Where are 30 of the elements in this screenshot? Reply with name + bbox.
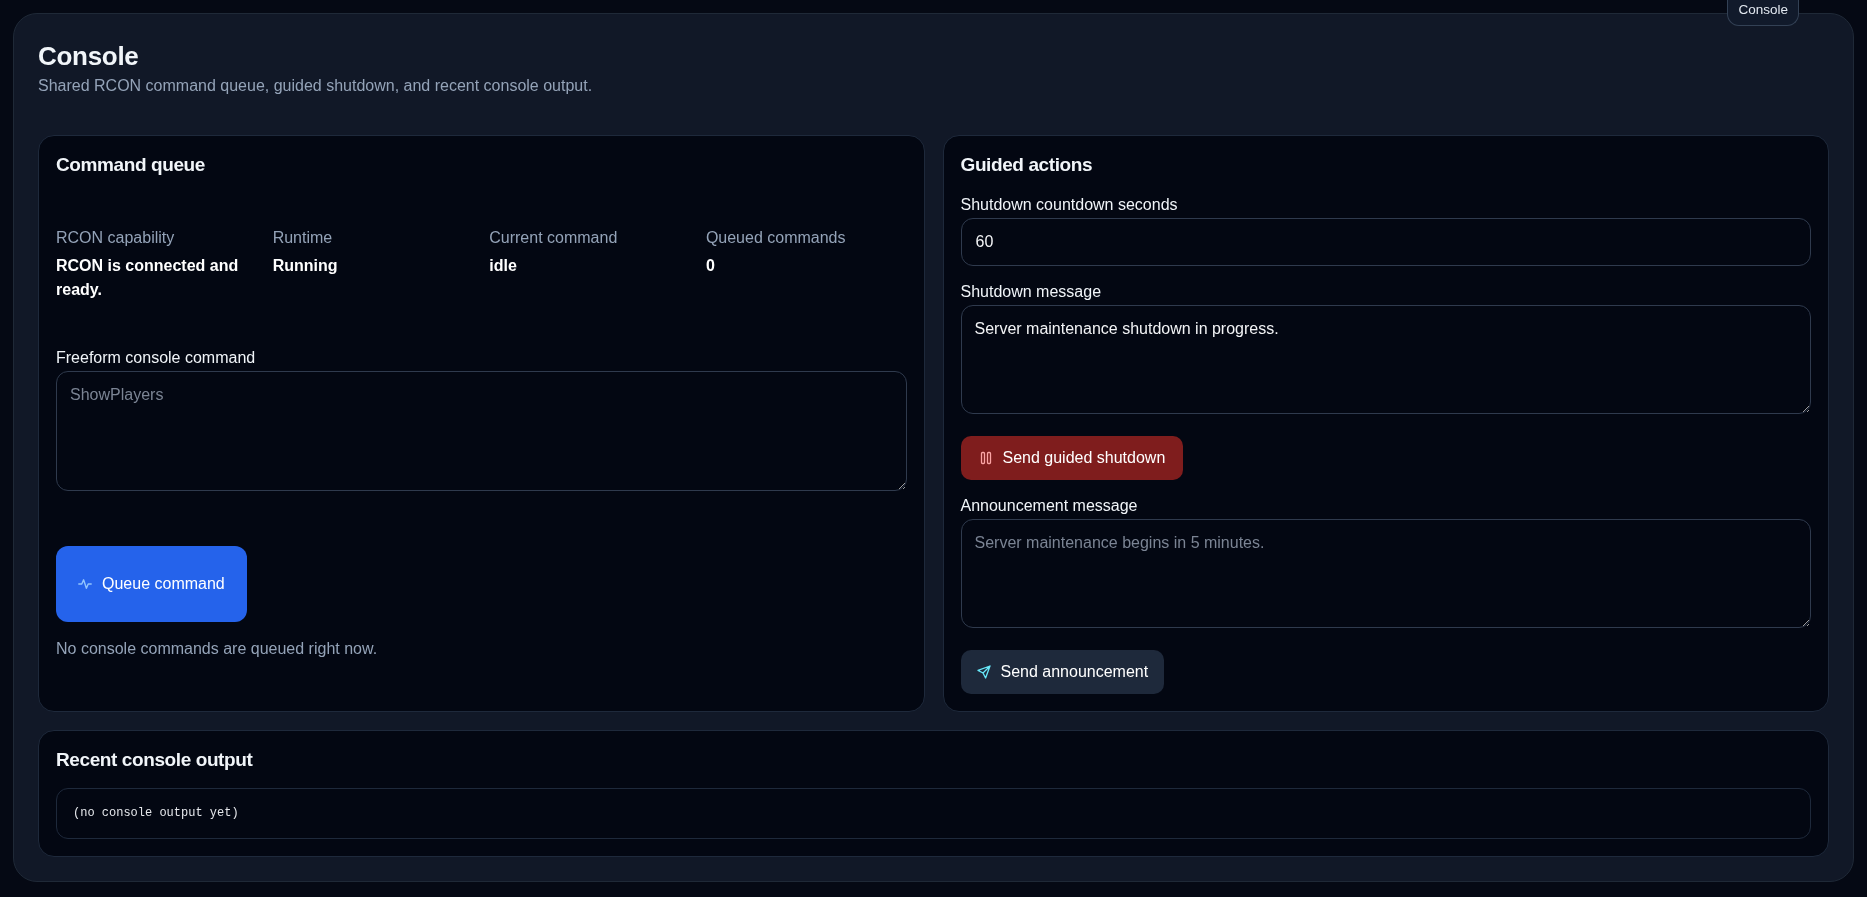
console-output: (no console output yet) bbox=[56, 788, 1811, 839]
announcement-button[interactable]: Send announcement bbox=[960, 650, 1165, 694]
card-title: Command queue bbox=[56, 153, 206, 177]
shutdown-button[interactable]: Send guided shutdown bbox=[960, 436, 1184, 480]
card-title: Guided actions bbox=[960, 153, 1094, 177]
field-label: Shutdown countdown seconds bbox=[960, 195, 1179, 215]
stat-value: RCON is connected and ready. bbox=[56, 256, 240, 300]
field-label: Shutdown message bbox=[960, 282, 1103, 302]
pause-icon bbox=[978, 451, 993, 465]
message-input[interactable]: Server maintenance shutdown in progress. bbox=[960, 305, 1811, 414]
send-icon bbox=[976, 665, 991, 679]
queue-command-button[interactable]: Queue command bbox=[56, 546, 247, 622]
page-title: Console bbox=[38, 40, 140, 72]
stat-label: Current command bbox=[489, 228, 619, 248]
stat-label: Runtime bbox=[272, 228, 334, 248]
countdown-input[interactable]: 60 bbox=[960, 218, 1811, 266]
stat-label: Queued commands bbox=[705, 228, 847, 248]
field-label: Freeform console command bbox=[56, 348, 257, 368]
message-input[interactable]: Server maintenance begins in 5 minutes. bbox=[960, 519, 1811, 628]
command-input[interactable]: ShowPlayers bbox=[56, 371, 907, 491]
stat-value: Running bbox=[272, 256, 339, 276]
tooltip: Console bbox=[1727, 0, 1799, 26]
stat-value: 0 bbox=[705, 256, 716, 276]
card-title: Recent console output bbox=[56, 748, 254, 772]
stat-value: idle bbox=[489, 256, 518, 276]
page-subtitle: Shared RCON command queue, guided shutdown, and recent console output. bbox=[38, 76, 594, 96]
stat-label: RCON capability bbox=[56, 228, 176, 248]
queue-status-text: No console commands are queued right now. bbox=[56, 639, 379, 659]
field-label: Announcement message bbox=[960, 496, 1139, 516]
pulse-icon bbox=[78, 577, 92, 591]
